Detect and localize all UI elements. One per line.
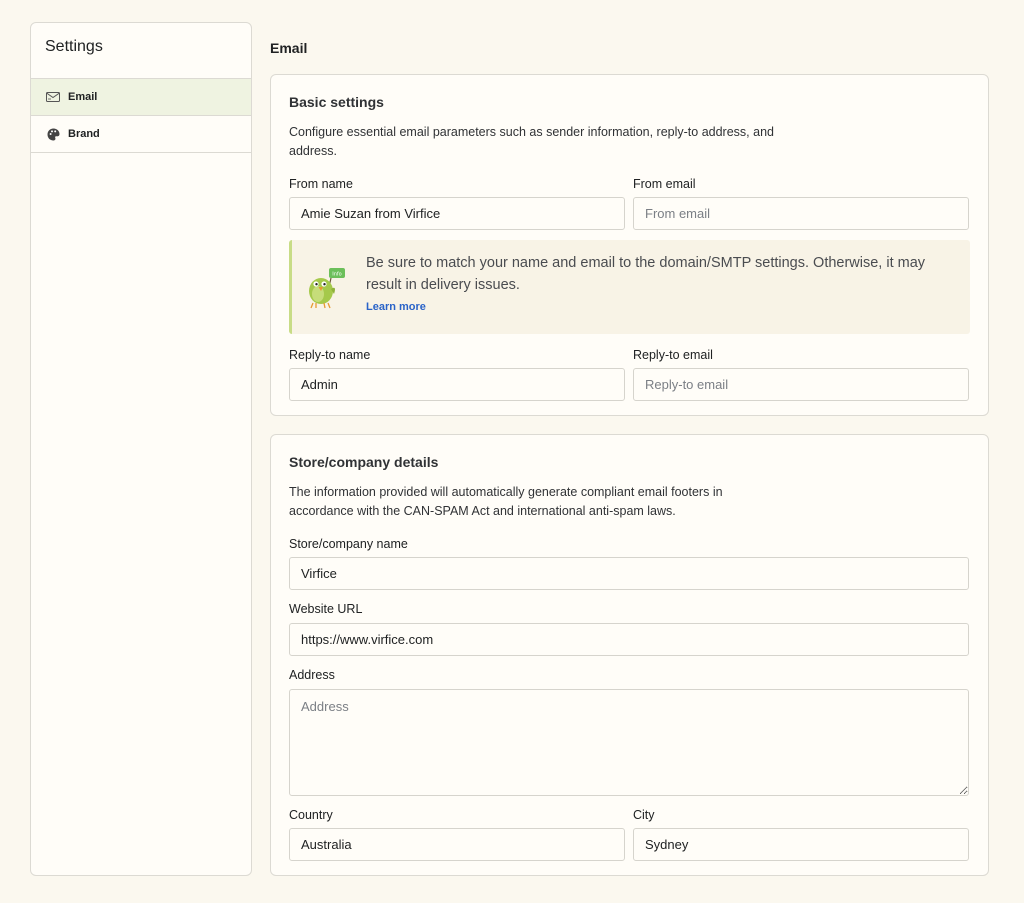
store-name-input[interactable] (289, 557, 969, 590)
envelope-icon (46, 90, 60, 104)
from-name-label: From name (289, 177, 353, 191)
website-url-label: Website URL (289, 602, 363, 616)
sidebar-item-label: Email (68, 91, 98, 103)
settings-sidebar: Settings Email Brand (30, 22, 252, 876)
from-name-input[interactable] (289, 197, 625, 230)
store-name-label: Store/company name (289, 537, 408, 551)
website-url-input[interactable] (289, 623, 969, 656)
parrot-mascot-icon: Info (309, 268, 345, 309)
palette-icon (46, 127, 60, 141)
reply-to-email-label: Reply-to email (633, 348, 713, 362)
country-input[interactable] (289, 828, 625, 861)
basic-settings-card: Basic settings Configure essential email… (270, 74, 989, 416)
sidebar-item-label: Brand (68, 128, 100, 140)
sidebar-title: Settings (31, 23, 251, 79)
reply-to-name-input[interactable] (289, 368, 625, 401)
from-email-input[interactable] (633, 197, 969, 230)
company-details-description: The information provided will automatica… (289, 485, 723, 518)
from-email-label: From email (633, 177, 696, 191)
basic-settings-description: Configure essential email parameters suc… (289, 125, 774, 158)
learn-more-link[interactable]: Learn more (366, 301, 426, 313)
city-label: City (633, 808, 655, 822)
notice-text: Be sure to match your name and email to … (366, 255, 926, 293)
basic-settings-title: Basic settings (289, 94, 384, 110)
sidebar-item-brand[interactable]: Brand (31, 116, 251, 153)
address-textarea[interactable] (289, 689, 969, 796)
company-details-title: Store/company details (289, 454, 439, 470)
reply-to-name-label: Reply-to name (289, 348, 371, 362)
address-label: Address (289, 668, 335, 682)
smtp-notice: Info Be sure to match your name and emai… (289, 240, 970, 334)
country-label: Country (289, 808, 333, 822)
company-details-card: Store/company details The information pr… (270, 434, 989, 876)
reply-to-email-input[interactable] (633, 368, 969, 401)
sidebar-item-email[interactable]: Email (31, 79, 251, 116)
page-title: Email (270, 40, 308, 56)
city-input[interactable] (633, 828, 969, 861)
svg-text:Info: Info (332, 272, 341, 278)
